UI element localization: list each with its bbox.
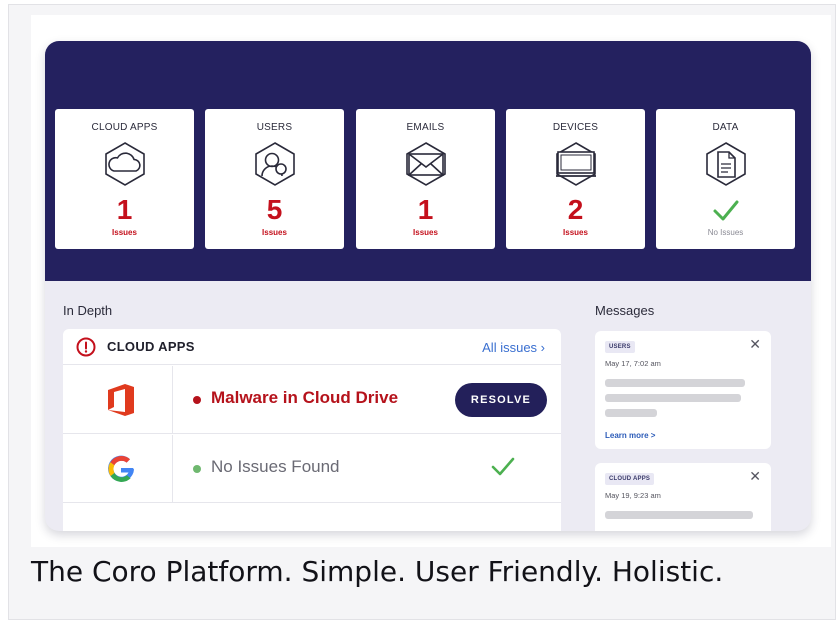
dashboard: CLOUD APPS 1 Issues USERS 5 Issues EMAIL… [45,41,811,531]
message-card: CLOUD APPS ✕ May 19, 9:23 am [595,463,771,531]
message-date: May 17, 7:02 am [605,359,661,368]
row-status-text: Malware in Cloud Drive [211,388,399,407]
message-line-placeholder [605,379,745,387]
issue-count: 1 [116,194,133,225]
status-dot [193,396,201,404]
office-icon [108,384,134,416]
issue-count: 5 [266,194,283,225]
alert-icon [76,337,96,357]
monitor-icon [555,142,596,186]
category-card-emails[interactable]: EMAILS 1 Issues [356,109,495,249]
row-status-text: No Issues Found [211,457,340,476]
status-dot [193,465,201,473]
in-depth-heading: In Depth [63,303,113,318]
resolve-button[interactable]: RESOLVE [455,383,547,417]
message-tag: USERS [605,341,635,353]
issue-count: 2 [567,194,584,225]
message-card: USERS ✕ May 17, 7:02 am Learn more > [595,331,771,449]
app-row-office: Malware in Cloud Drive RESOLVE [63,366,561,434]
checkmark-icon [713,200,738,221]
envelope-icon [405,142,446,186]
all-issues-link[interactable]: All issues › [482,340,545,355]
screenshot-area: CLOUD APPS 1 Issues USERS 5 Issues EMAIL… [31,15,831,547]
learn-more-link[interactable]: Learn more > [605,431,655,440]
message-line-placeholder [605,511,753,519]
card-title: DATA [712,122,739,133]
google-icon [108,455,134,482]
panel-title: CLOUD APPS [107,339,195,354]
cloud-icon [104,142,145,186]
message-tag: CLOUD APPS [605,473,655,485]
checkmark-icon [491,457,515,476]
category-card-devices[interactable]: DEVICES 2 Issues [506,109,645,249]
message-line-placeholder [605,394,741,402]
in-depth-panel: CLOUD APPS All issues › Malware in Cloud… [63,329,561,531]
category-card-cloud-apps[interactable]: CLOUD APPS 1 Issues [55,109,194,249]
close-icon[interactable]: ✕ [749,469,761,485]
app-logo-cell [63,435,173,502]
document-icon [705,142,746,186]
issue-status: Issues [262,228,287,237]
panel-header: CLOUD APPS All issues › [63,329,561,365]
messages-heading: Messages [595,303,655,318]
message-line-placeholder [605,409,657,417]
app-row-google: No Issues Found [63,435,561,503]
category-card-users[interactable]: USERS 5 Issues [205,109,344,249]
app-logo-cell [63,366,173,433]
card-title: DEVICES [552,122,599,133]
figure-caption: The Coro Platform. Simple. User Friendly… [31,555,724,588]
user-icon [254,142,295,186]
issue-status: No Issues [707,228,744,237]
dashboard-header: CLOUD APPS 1 Issues USERS 5 Issues EMAIL… [45,41,811,281]
message-date: May 19, 9:23 am [605,491,661,500]
card-title: USERS [256,122,293,133]
category-card-data[interactable]: DATA No Issues [656,109,795,249]
card-title: EMAILS [406,122,445,133]
issue-status: Issues [413,228,438,237]
issue-status: Issues [112,228,137,237]
issue-count: 1 [417,194,434,225]
card-title: CLOUD APPS [91,122,158,133]
close-icon[interactable]: ✕ [749,337,761,353]
issue-status: Issues [563,228,588,237]
figure-frame: CLOUD APPS 1 Issues USERS 5 Issues EMAIL… [8,4,836,620]
